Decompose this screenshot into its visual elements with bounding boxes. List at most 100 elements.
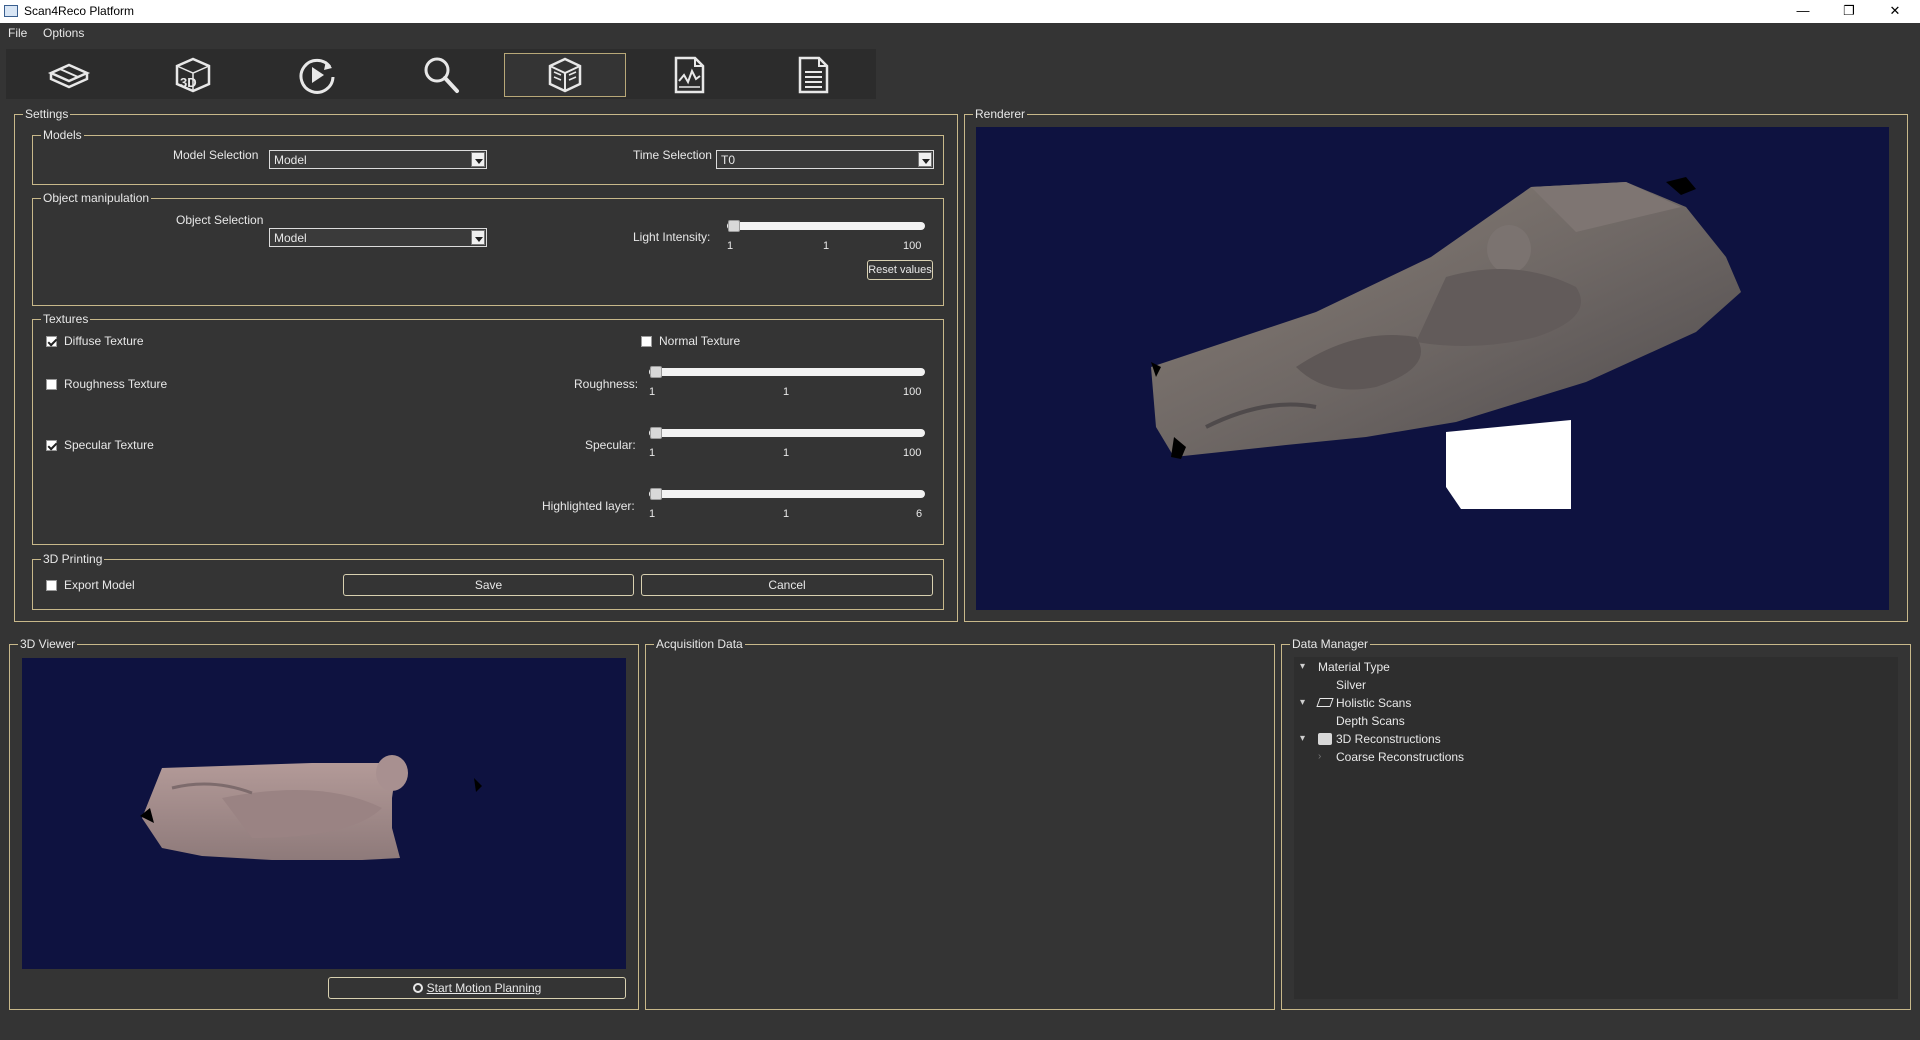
slider-track bbox=[649, 490, 925, 498]
app-icon bbox=[4, 5, 18, 17]
tree-item-silver[interactable]: Silver bbox=[1336, 678, 1366, 692]
chevron-down-icon[interactable]: ▾ bbox=[1300, 733, 1305, 744]
light-intensity-slider[interactable] bbox=[727, 220, 925, 232]
specular-texture-label: Specular Texture bbox=[64, 438, 154, 452]
specular-min: 1 bbox=[649, 447, 656, 459]
gear-icon bbox=[412, 983, 423, 993]
light-min: 1 bbox=[727, 240, 734, 252]
textures-group: Textures Diffuse Texture Normal Texture … bbox=[32, 312, 944, 545]
time-selection-label: Time Selection bbox=[633, 148, 712, 162]
renderer-group: Renderer bbox=[964, 107, 1908, 622]
slider-handle[interactable] bbox=[650, 427, 662, 439]
normal-texture-checkbox[interactable] bbox=[641, 336, 652, 347]
sarcophagus-render bbox=[1151, 177, 1741, 509]
close-button[interactable]: ✕ bbox=[1872, 0, 1918, 23]
slider-track bbox=[727, 222, 925, 230]
holistic-scan-icon bbox=[1316, 698, 1334, 707]
roughness-label: Roughness: bbox=[574, 377, 639, 391]
slider-handle[interactable] bbox=[650, 488, 662, 500]
search-icon bbox=[424, 57, 459, 93]
roughness-min: 1 bbox=[649, 386, 656, 398]
tool-playback[interactable] bbox=[256, 53, 378, 97]
acquisition-group: Acquisition Data bbox=[645, 637, 1275, 1010]
tool-3d-reconstruction[interactable]: 3D bbox=[132, 53, 254, 97]
normal-texture-label: Normal Texture bbox=[659, 334, 741, 348]
export-model-checkbox[interactable] bbox=[46, 580, 57, 591]
window-title: Scan4Reco Platform bbox=[24, 4, 135, 18]
acquisition-title: Acquisition Data bbox=[654, 637, 745, 651]
start-motion-planning-label: Start Motion Planning bbox=[426, 981, 542, 995]
object-selection-label: Object Selection bbox=[176, 213, 264, 227]
slider-track bbox=[649, 368, 925, 376]
tool-rendering[interactable] bbox=[504, 53, 626, 97]
holistic-scan-icon bbox=[47, 63, 91, 89]
object-selection-combo[interactable]: Model bbox=[269, 228, 487, 247]
3d-reconstruction-icon: 3D bbox=[175, 57, 211, 93]
highlighted-value: 1 bbox=[783, 508, 790, 520]
menu-file[interactable]: File bbox=[8, 26, 27, 40]
chevron-down-icon bbox=[918, 152, 932, 167]
3d-reconstruction-icon bbox=[1318, 733, 1332, 745]
light-value: 1 bbox=[823, 240, 830, 252]
slider-handle[interactable] bbox=[728, 220, 740, 232]
tool-report-document[interactable] bbox=[752, 53, 874, 97]
time-selection-combo[interactable]: T0 bbox=[716, 150, 934, 169]
chevron-down-icon[interactable]: ▾ bbox=[1300, 661, 1305, 672]
report-document-icon bbox=[798, 56, 829, 94]
playback-icon bbox=[299, 58, 335, 94]
object-selection-value: Model bbox=[274, 231, 307, 245]
roughness-texture-label: Roughness Texture bbox=[64, 377, 168, 391]
viewer-viewport[interactable] bbox=[22, 658, 626, 969]
orientation-cube bbox=[1446, 420, 1571, 509]
tree-item-holistic-scans[interactable]: Holistic Scans bbox=[1336, 696, 1411, 710]
menu-bar: File Options bbox=[0, 23, 1920, 45]
printing-group: 3D Printing Export Model Save Cancel bbox=[32, 552, 944, 610]
reset-values-button[interactable]: Reset values bbox=[867, 260, 933, 280]
light-max: 100 bbox=[903, 240, 922, 252]
chevron-right-icon[interactable]: › bbox=[1318, 751, 1321, 762]
diffuse-texture-label: Diffuse Texture bbox=[64, 334, 144, 348]
slider-track bbox=[649, 429, 925, 437]
specular-texture-checkbox[interactable] bbox=[46, 440, 57, 451]
minimize-button[interactable]: — bbox=[1780, 0, 1826, 23]
roughness-value: 1 bbox=[783, 386, 790, 398]
renderer-viewport[interactable] bbox=[976, 127, 1889, 610]
tree-item-depth-scans[interactable]: Depth Scans bbox=[1336, 714, 1405, 728]
tree-item-3d-reconstructions[interactable]: 3D Reconstructions bbox=[1336, 732, 1441, 746]
title-bar: Scan4Reco Platform — ❐ ✕ bbox=[0, 0, 1920, 23]
tree-item-coarse-reconstructions[interactable]: Coarse Reconstructions bbox=[1336, 750, 1464, 764]
model-selection-combo[interactable]: Model bbox=[269, 150, 487, 169]
textures-title: Textures bbox=[41, 312, 91, 326]
save-button[interactable]: Save bbox=[343, 574, 634, 596]
toolbar: 3D bbox=[6, 49, 876, 99]
roughness-texture-checkbox[interactable] bbox=[46, 379, 57, 390]
cancel-button[interactable]: Cancel bbox=[641, 574, 933, 596]
light-intensity-label: Light Intensity: bbox=[633, 230, 711, 244]
tool-chart-document[interactable] bbox=[628, 53, 750, 97]
settings-title: Settings bbox=[23, 107, 71, 121]
menu-options[interactable]: Options bbox=[43, 26, 84, 40]
tool-holistic-scan[interactable] bbox=[8, 53, 130, 97]
specular-slider[interactable] bbox=[649, 427, 925, 439]
restore-button[interactable]: ❐ bbox=[1826, 0, 1872, 23]
viewer-title: 3D Viewer bbox=[18, 637, 78, 651]
time-selection-value: T0 bbox=[721, 153, 736, 167]
viewer-group: 3D Viewer Start Motion Planning bbox=[9, 637, 639, 1010]
printing-title: 3D Printing bbox=[41, 552, 105, 566]
tree-item-material-type[interactable]: Material Type bbox=[1318, 660, 1390, 674]
highlighted-layer-slider[interactable] bbox=[649, 488, 925, 500]
chevron-down-icon[interactable]: ▾ bbox=[1300, 697, 1305, 708]
slider-handle[interactable] bbox=[650, 366, 662, 378]
tool-search[interactable] bbox=[380, 53, 502, 97]
rendering-cube-icon bbox=[548, 57, 582, 93]
sarcophagus-preview bbox=[140, 755, 482, 860]
specular-max: 100 bbox=[903, 447, 922, 459]
svg-text:3D: 3D bbox=[180, 75, 197, 90]
diffuse-texture-checkbox[interactable] bbox=[46, 336, 57, 347]
highlighted-min: 1 bbox=[649, 508, 656, 520]
export-model-label: Export Model bbox=[64, 578, 135, 592]
models-group: Models Model Selection Model Time Select… bbox=[32, 128, 944, 185]
settings-group: Settings Models Model Selection Model Ti… bbox=[14, 107, 958, 622]
roughness-slider[interactable] bbox=[649, 366, 925, 378]
start-motion-planning-button[interactable]: Start Motion Planning bbox=[328, 977, 626, 999]
